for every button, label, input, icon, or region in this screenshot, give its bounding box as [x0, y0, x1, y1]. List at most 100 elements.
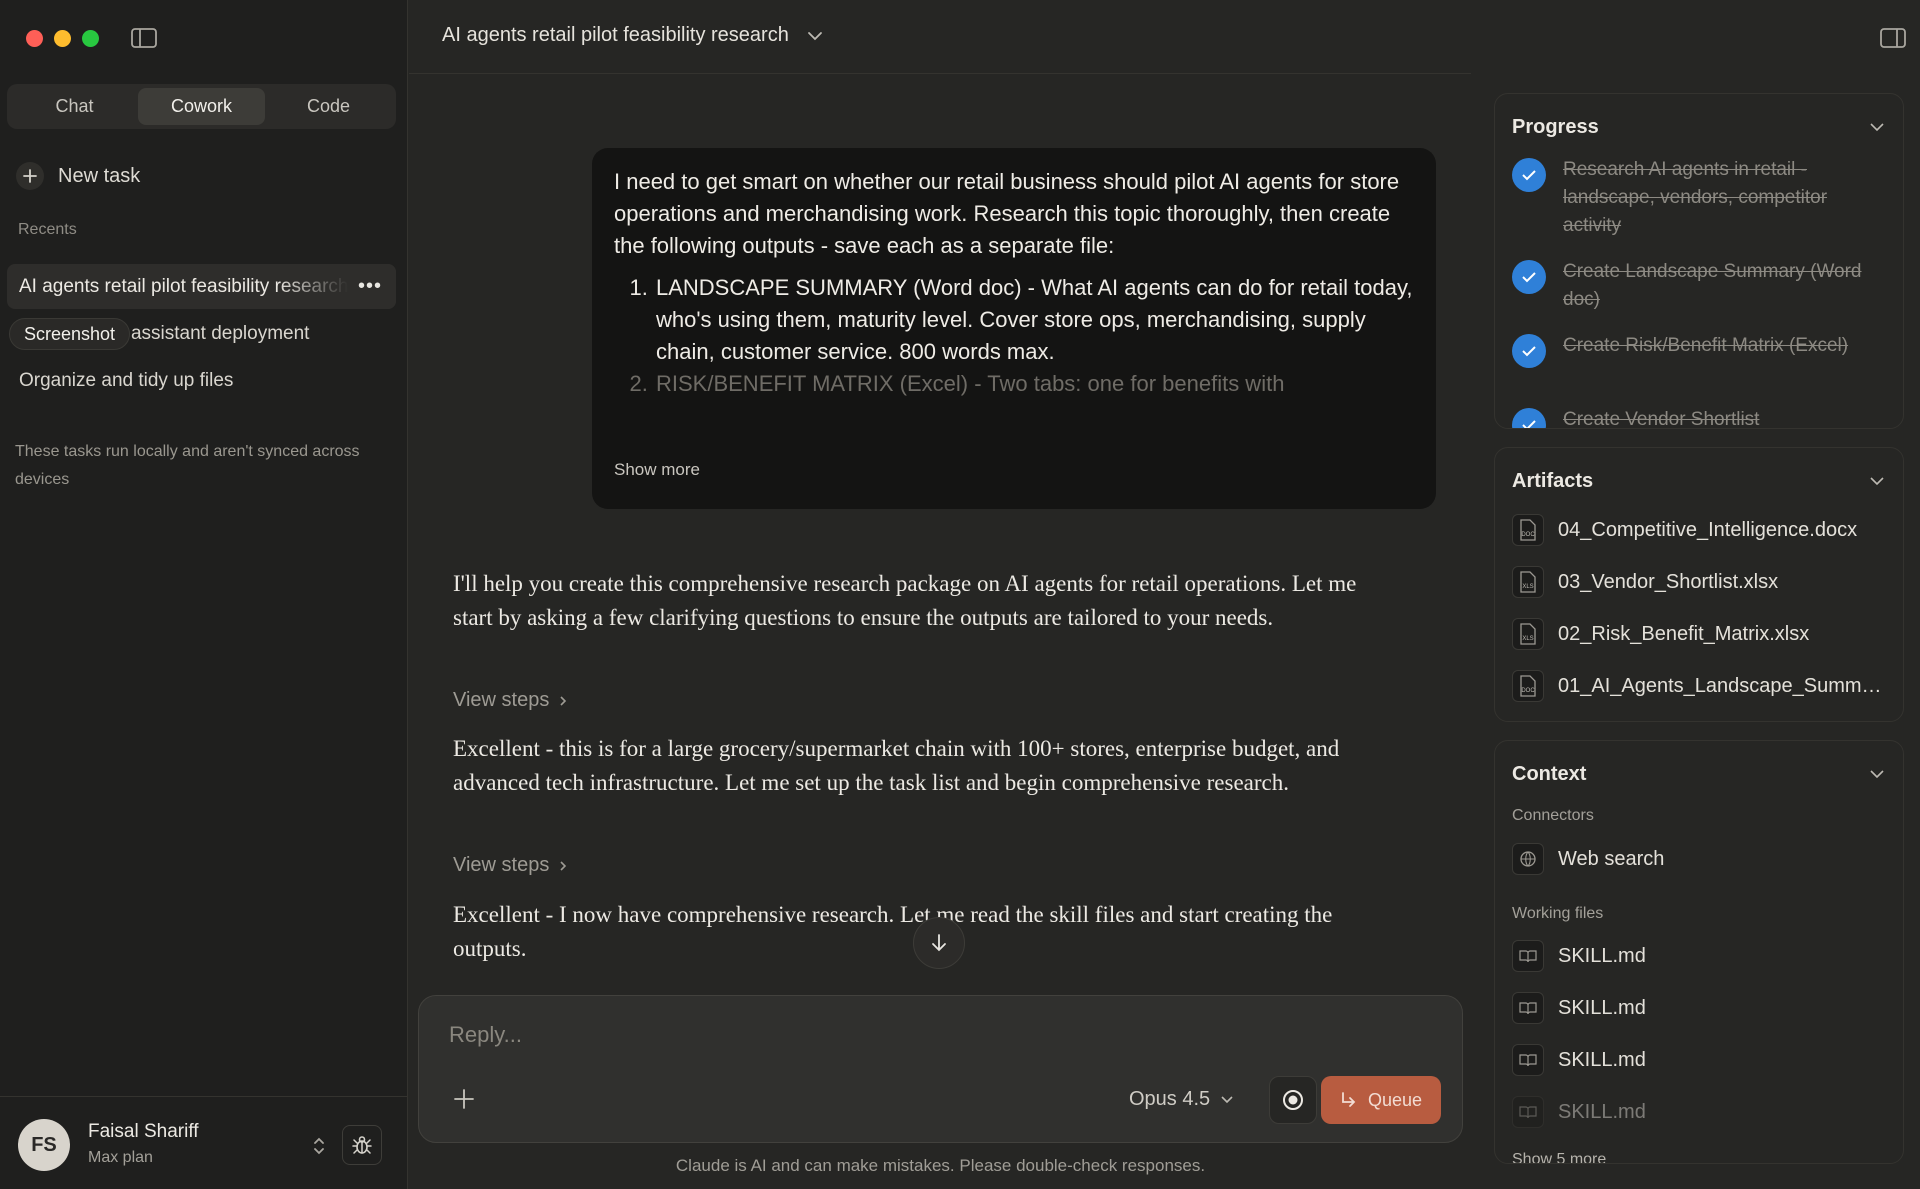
avatar: FS	[18, 1119, 70, 1171]
recent-item[interactable]: Organize and tidy up files	[7, 358, 396, 403]
progress-item-label: Create Risk/Benefit Matrix (Excel)	[1563, 335, 1849, 356]
assistant-reply: I'll help you create this comprehensive …	[453, 571, 1357, 630]
recent-item-active[interactable]: AI agents retail pilot feasibility resea…	[7, 264, 396, 309]
disclaimer: Claude is AI and can make mistakes. Plea…	[675, 1156, 1206, 1175]
close-window-button[interactable]	[26, 30, 43, 47]
window-controls	[26, 30, 99, 47]
page-title: AI agents retail pilot feasibility resea…	[442, 24, 789, 46]
artifacts-card: Artifacts DOC 04_Competitive_Intelligenc…	[1494, 447, 1904, 722]
connector-item[interactable]: Web search	[1512, 841, 1892, 877]
chevron-down-icon[interactable]	[1869, 769, 1885, 779]
artifact-file-name: 04_Competitive_Intelligence.docx	[1558, 518, 1858, 541]
connectors-label: Connectors	[1512, 807, 1594, 824]
artifact-file[interactable]: XLS 02_Risk_Benefit_Matrix.xlsx	[1512, 616, 1892, 652]
xls-file-icon: XLS	[1512, 618, 1544, 650]
sidebar-toggle-icon[interactable]	[131, 28, 157, 48]
user-message-intro: I need to get smart on whether our retai…	[614, 169, 1400, 258]
show-more-link[interactable]: Show more	[614, 454, 700, 486]
tab-chat[interactable]: Chat	[11, 88, 138, 125]
plus-icon	[16, 162, 44, 190]
working-file-name: SKILL.md	[1558, 1048, 1646, 1071]
right-panel-toggle-icon[interactable]	[1880, 28, 1906, 48]
chevron-updown-icon[interactable]	[312, 1135, 326, 1157]
connector-name: Web search	[1558, 847, 1665, 870]
stop-button[interactable]	[1269, 1076, 1317, 1124]
assistant-reply: Excellent - I now have comprehensive res…	[453, 902, 1333, 961]
mode-tabs: Chat Cowork Code	[7, 84, 396, 129]
check-icon	[1512, 408, 1546, 428]
model-label: Opus 4.5	[1129, 1088, 1211, 1110]
chevron-down-icon	[807, 31, 822, 40]
minimize-window-button[interactable]	[54, 30, 71, 47]
assistant-reply: Excellent - this is for a large grocery/…	[453, 736, 1340, 795]
queue-button[interactable]: Queue	[1321, 1076, 1441, 1124]
user-plan: Max plan	[88, 1149, 153, 1166]
working-file[interactable]: SKILL.md	[1512, 1094, 1892, 1130]
new-task-button[interactable]: New task	[16, 162, 140, 190]
doc-file-icon: DOC	[1512, 514, 1544, 546]
view-steps-link[interactable]: View steps	[453, 854, 567, 877]
svg-text:DOC: DOC	[1521, 688, 1535, 694]
check-icon	[1512, 260, 1546, 294]
artifact-file-name: 02_Risk_Benefit_Matrix.xlsx	[1558, 622, 1810, 645]
new-task-label: New task	[58, 164, 141, 187]
svg-text:XLS: XLS	[1522, 584, 1533, 590]
book-icon	[1512, 1096, 1544, 1128]
recents-heading: Recents	[18, 221, 77, 238]
artifacts-title: Artifacts	[1512, 470, 1594, 492]
context-title: Context	[1512, 763, 1587, 785]
maximize-window-button[interactable]	[82, 30, 99, 47]
chevron-down-icon	[1221, 1096, 1233, 1104]
list-item: LANDSCAPE SUMMARY (Word doc) - What AI a…	[654, 272, 1414, 368]
add-attachment-icon[interactable]	[453, 1088, 475, 1110]
queue-label: Queue	[1367, 1089, 1423, 1110]
tab-cowork[interactable]: Cowork	[138, 88, 265, 125]
user-account[interactable]: FS Faisal Shariff Max plan	[0, 1096, 407, 1189]
debug-button[interactable]	[342, 1125, 382, 1165]
artifact-file[interactable]: DOC 01_AI_Agents_Landscape_Summary.docx	[1512, 668, 1892, 704]
scroll-to-bottom-button[interactable]	[913, 917, 965, 969]
working-file[interactable]: SKILL.md	[1512, 990, 1892, 1026]
composer: Opus 4.5 Queue	[418, 995, 1463, 1143]
list-item: RISK/BENEFIT MATRIX (Excel) - Two tabs: …	[654, 368, 1414, 400]
view-steps-label: View steps	[453, 854, 550, 876]
reply-input[interactable]	[449, 1022, 1349, 1048]
book-icon	[1512, 992, 1544, 1024]
tab-code[interactable]: Code	[265, 88, 392, 125]
view-steps-label: View steps	[453, 689, 550, 711]
progress-item-label: Create Vendor Shortlist	[1563, 409, 1760, 429]
working-file-name: SKILL.md	[1558, 1100, 1646, 1123]
stop-circle-icon	[1283, 1090, 1303, 1110]
working-file-name: SKILL.md	[1558, 996, 1646, 1019]
model-selector[interactable]: Opus 4.5	[1129, 1088, 1234, 1111]
context-card: Context Connectors Web search Working fi…	[1494, 740, 1904, 1164]
artifact-file-name: 01_AI_Agents_Landscape_Summary.docx	[1558, 674, 1892, 697]
book-icon	[1512, 1044, 1544, 1076]
bug-icon	[352, 1136, 372, 1154]
chevron-down-icon[interactable]	[1869, 476, 1885, 486]
artifact-file-name: 03_Vendor_Shortlist.xlsx	[1558, 570, 1779, 593]
svg-text:DOC: DOC	[1521, 532, 1535, 538]
progress-item-label: Research AI agents in retail - landscape…	[1563, 159, 1828, 236]
artifact-file[interactable]: XLS 03_Vendor_Shortlist.xlsx	[1512, 564, 1892, 600]
artifact-file[interactable]: DOC 04_Competitive_Intelligence.docx	[1512, 512, 1892, 548]
conversation-title-dropdown[interactable]: AI agents retail pilot feasibility resea…	[442, 24, 823, 47]
user-message: I need to get smart on whether our retai…	[592, 148, 1436, 509]
working-file[interactable]: SKILL.md	[1512, 1042, 1892, 1078]
globe-icon	[1512, 843, 1544, 875]
check-icon	[1512, 158, 1546, 192]
show-more-files-link[interactable]: Show 5 more	[1512, 1151, 1606, 1163]
progress-card: Progress Research AI agents in retail - …	[1494, 93, 1904, 429]
user-message-list: LANDSCAPE SUMMARY (Word doc) - What AI a…	[614, 272, 1414, 400]
recent-item-label: Organize and tidy up files	[19, 369, 234, 391]
progress-title: Progress	[1512, 116, 1599, 138]
app-window: Chat Cowork Code New task Recents AI age…	[0, 0, 1920, 1189]
working-file[interactable]: SKILL.md	[1512, 938, 1892, 974]
header-divider	[409, 73, 1471, 74]
chevron-down-icon[interactable]	[1869, 122, 1885, 132]
corner-down-right-icon	[1342, 1092, 1356, 1107]
sync-note: These tasks run locally and aren't synce…	[15, 443, 360, 488]
more-options-icon[interactable]: •••	[358, 276, 382, 296]
progress-item-label: Create Landscape Summary (Word doc)	[1563, 261, 1862, 310]
view-steps-link[interactable]: View steps	[453, 689, 567, 712]
